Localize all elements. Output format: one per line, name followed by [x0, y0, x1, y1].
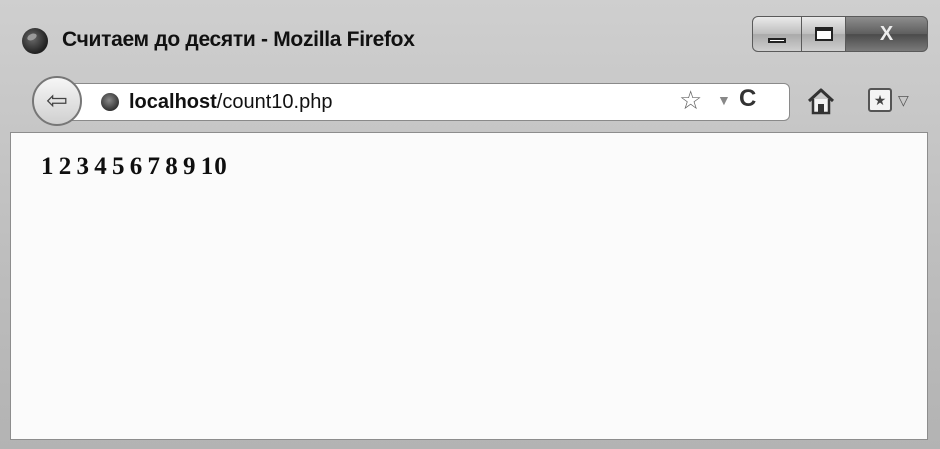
reload-icon[interactable]: C [739, 87, 756, 111]
title-bar: Считаем до десяти - Mozilla Firefox X [0, 0, 940, 70]
close-icon: X [879, 23, 894, 45]
page-content: 1 2 3 4 5 6 7 8 9 10 [10, 132, 928, 440]
url-path: /count10.php [216, 91, 333, 113]
firefox-icon [22, 28, 48, 54]
window-controls: X [752, 16, 928, 54]
minimize-button[interactable] [752, 16, 802, 52]
home-icon[interactable] [806, 86, 836, 116]
star-icon[interactable]: ☆ [679, 87, 702, 113]
browser-window: Считаем до десяти - Mozilla Firefox X lo… [0, 0, 940, 449]
globe-icon [101, 93, 119, 111]
minimize-icon [768, 37, 786, 43]
url-bar[interactable]: localhost/count10.php ☆ ▼ C [66, 83, 790, 121]
dropdown-icon[interactable]: ▼ [717, 93, 731, 107]
bookmark-icon: ★ [868, 88, 892, 112]
count-output: 1 2 3 4 5 6 7 8 9 10 [41, 153, 228, 180]
back-arrow-icon: ⇦ [46, 85, 68, 115]
close-button[interactable]: X [846, 16, 928, 52]
window-title: Считаем до десяти - Mozilla Firefox [62, 28, 415, 51]
chevron-down-icon: ▽ [898, 92, 909, 108]
maximize-icon [814, 27, 833, 41]
navigation-bar: localhost/count10.php ☆ ▼ C ⇦ ★ ▽ [0, 74, 940, 130]
bookmarks-menu-button[interactable]: ★ ▽ [868, 88, 924, 116]
maximize-button[interactable] [802, 16, 846, 52]
url-text[interactable]: localhost/count10.php [129, 91, 332, 114]
back-button[interactable]: ⇦ [32, 76, 82, 126]
url-host: localhost [129, 91, 217, 113]
